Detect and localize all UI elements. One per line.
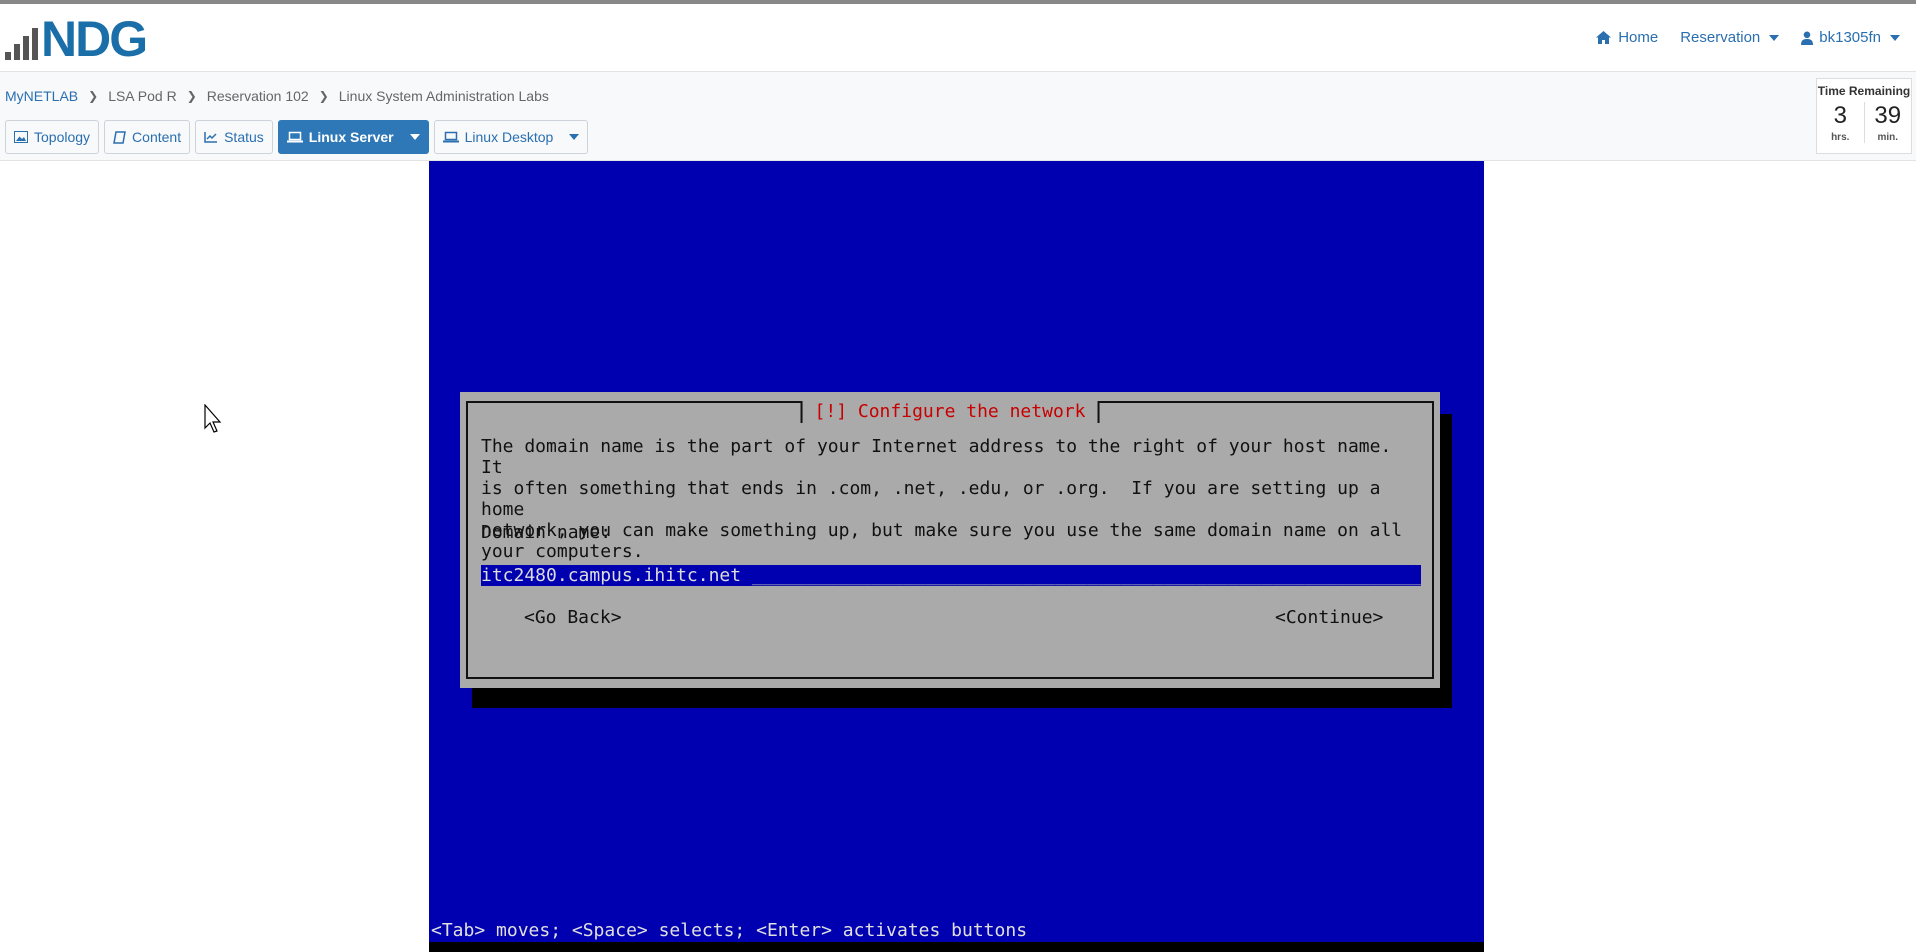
- top-navbar: NDG Home Reservation bk1305fn: [0, 4, 1916, 72]
- tab-label: Linux Server: [308, 129, 394, 145]
- line-chart-icon: [204, 132, 218, 143]
- logo-text: NDG: [41, 11, 148, 67]
- caret-down-icon: [1769, 34, 1780, 41]
- domain-name-label: Domain name:: [481, 522, 612, 543]
- minutes-unit: min.: [1877, 132, 1899, 143]
- input-fill: ________________________________________…: [741, 565, 1421, 586]
- caret-down-icon: [409, 134, 420, 140]
- breadcrumb-reservation: Reservation 102: [206, 88, 309, 104]
- hours-value: 3: [1833, 102, 1847, 129]
- tab-content[interactable]: Content: [104, 120, 191, 154]
- home-icon: [1596, 31, 1612, 44]
- chevron-right-icon: ❯: [186, 89, 197, 103]
- signal-bars-icon: [5, 20, 38, 60]
- user-icon: [1801, 31, 1814, 45]
- domain-name-value: itc2480.campus.ihitc.net: [481, 565, 742, 586]
- breadcrumb: MyNETLAB ❯ LSA Pod R ❯ Reservation 102 ❯…: [5, 88, 549, 104]
- tab-status[interactable]: Status: [195, 120, 273, 154]
- image-icon: [14, 131, 28, 143]
- lab-tabs: Topology Content Status Linux Server Lin…: [5, 120, 589, 154]
- reservation-label: Reservation: [1680, 29, 1761, 46]
- mouse-pointer-icon: [204, 404, 222, 433]
- vm-console[interactable]: [!] Configure the network The domain nam…: [429, 161, 1484, 952]
- user-name: bk1305fn: [1819, 29, 1881, 46]
- reservation-toolbar: MyNETLAB ❯ LSA Pod R ❯ Reservation 102 ❯…: [0, 72, 1916, 161]
- user-menu-dropdown[interactable]: bk1305fn: [1801, 29, 1900, 46]
- home-link[interactable]: Home: [1595, 29, 1658, 46]
- ndg-logo[interactable]: NDG: [5, 11, 148, 67]
- console-bottom-bar: [429, 942, 1484, 952]
- breadcrumb-course: Linux System Administration Labs: [338, 88, 549, 104]
- tab-label: Linux Desktop: [464, 129, 554, 145]
- domain-name-input[interactable]: itc2480.campus.ihitc.net _______________…: [481, 565, 1421, 586]
- dialog-description: The domain name is the part of your Inte…: [481, 436, 1403, 562]
- go-back-button[interactable]: <Go Back>: [524, 607, 622, 628]
- laptop-icon: [286, 131, 303, 143]
- book-icon: [113, 130, 126, 144]
- breadcrumb-pod: LSA Pod R: [108, 88, 177, 104]
- configure-network-dialog: [!] Configure the network The domain nam…: [460, 392, 1440, 688]
- hours-unit: hrs.: [1831, 132, 1850, 143]
- caret-down-icon: [1890, 34, 1900, 41]
- status-line-text: <Tab> moves; <Space> selects; <Enter> ac…: [429, 920, 1028, 941]
- chevron-right-icon: ❯: [318, 89, 329, 103]
- time-remaining: Time Remaining 3 hrs. 39 min.: [1816, 78, 1912, 154]
- tab-label: Content: [132, 129, 182, 145]
- caret-down-icon: [569, 134, 580, 140]
- dialog-title: [!] Configure the network: [800, 401, 1100, 423]
- chevron-right-icon: ❯: [88, 89, 99, 103]
- tab-linux-server[interactable]: Linux Server: [277, 120, 429, 154]
- continue-button[interactable]: <Continue>: [1275, 607, 1383, 628]
- tab-label: Topology: [34, 129, 91, 145]
- breadcrumb-mynetlab[interactable]: MyNETLAB: [5, 88, 78, 104]
- time-remaining-title: Time Remaining: [1817, 84, 1911, 98]
- reservation-dropdown[interactable]: Reservation: [1680, 29, 1780, 46]
- tab-label: Status: [224, 129, 264, 145]
- minutes-value: 39: [1874, 102, 1902, 129]
- laptop-icon: [442, 131, 459, 143]
- tab-topology[interactable]: Topology: [5, 120, 100, 154]
- home-link-label: Home: [1618, 29, 1659, 46]
- tab-linux-desktop[interactable]: Linux Desktop: [433, 120, 589, 154]
